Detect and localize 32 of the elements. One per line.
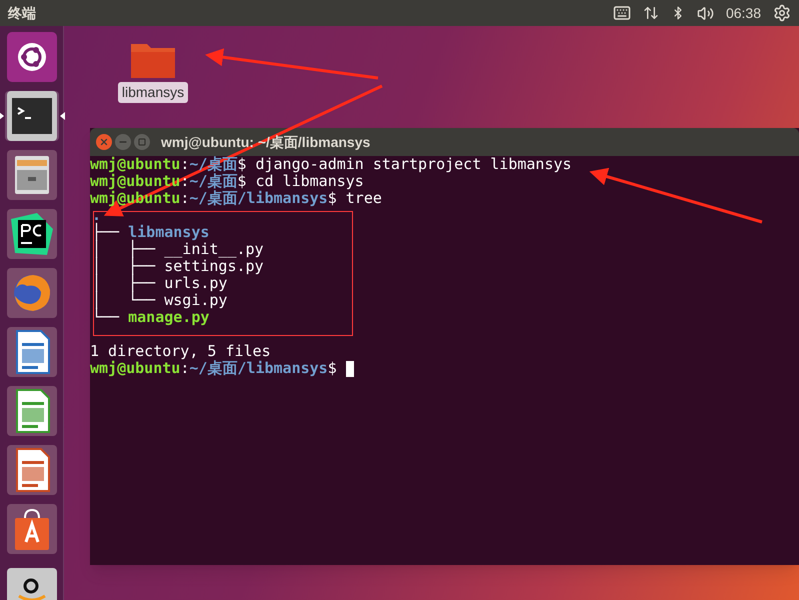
folder-label[interactable]: libmansys <box>118 82 188 103</box>
pc-logo-icon <box>6 209 56 259</box>
shopping-bag-icon <box>6 504 56 554</box>
terminal-icon <box>6 91 56 141</box>
file-cabinet-icon <box>6 150 56 200</box>
tree-line: . <box>92 207 102 224</box>
launcher-item[interactable] <box>4 445 58 495</box>
launcher-item[interactable] <box>4 327 58 377</box>
app-title: 终端 <box>8 4 36 22</box>
power-settings-icon[interactable] <box>773 4 791 22</box>
command-line: wmj@ubuntu:~/桌面$ cd libmansys <box>90 173 364 190</box>
network-icon[interactable] <box>642 5 659 21</box>
launcher-item[interactable] <box>4 150 58 200</box>
close-button[interactable] <box>96 134 112 150</box>
tree-line: ├── libmansys <box>92 224 210 241</box>
launcher-item[interactable] <box>4 386 58 436</box>
fox-globe-icon <box>6 268 56 318</box>
close-icon <box>99 137 109 147</box>
launcher-item[interactable] <box>4 32 58 82</box>
command-line: wmj@ubuntu:~/桌面/libmansys$ <box>90 360 338 377</box>
launcher-item[interactable] <box>4 504 58 554</box>
document-icon <box>6 327 56 377</box>
tree-line: └── manage.py <box>92 309 210 326</box>
document-icon <box>6 445 56 495</box>
volume-icon[interactable] <box>696 4 714 22</box>
maximize-icon <box>138 138 146 146</box>
keyboard-icon[interactable] <box>612 4 631 22</box>
launcher-item[interactable] <box>4 209 58 259</box>
clock[interactable]: 06:38 <box>726 2 761 24</box>
document-icon <box>6 386 56 436</box>
output-line: 1 directory, 5 files <box>90 343 271 360</box>
ubuntu-logo-icon <box>6 32 56 82</box>
